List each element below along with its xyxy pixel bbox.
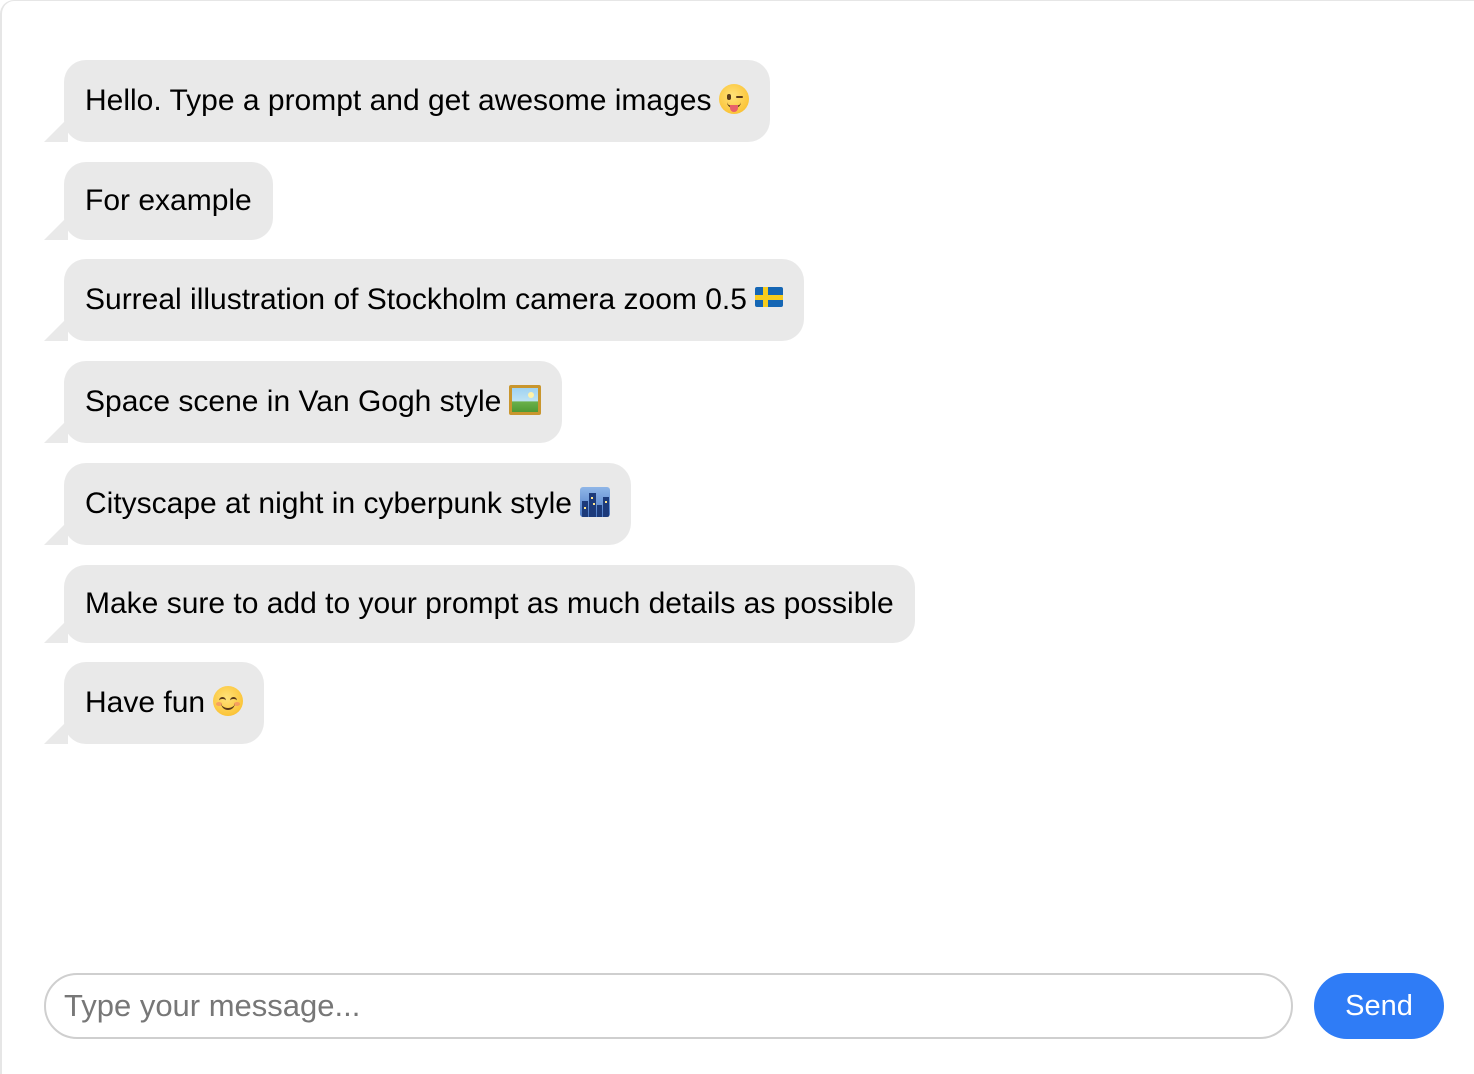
message-text: For example <box>85 184 252 217</box>
message-text: Make sure to add to your prompt as much … <box>85 587 894 620</box>
message-bubble: Hello. Type a prompt and get awesome ima… <box>43 60 771 142</box>
message-text: Surreal illustration of Stockholm camera… <box>85 283 747 316</box>
cityscape-icon <box>579 487 610 518</box>
chat-window: Hello. Type a prompt and get awesome ima… <box>0 0 1474 1074</box>
message-list: Hello. Type a prompt and get awesome ima… <box>2 1 1474 961</box>
winking-face-with-tongue-icon <box>719 84 750 115</box>
smiling-face-icon <box>213 686 244 717</box>
message-bubble: Make sure to add to your prompt as much … <box>44 565 915 643</box>
message-bubble: Have fun <box>43 662 265 744</box>
send-button[interactable]: Send <box>1314 973 1444 1039</box>
message-text: Space scene in Van Gogh style <box>85 385 502 418</box>
message-bubble: Surreal illustration of Stockholm camera… <box>44 259 804 341</box>
message-bubble: Cityscape at night in cyberpunk style <box>44 463 631 545</box>
message-bubble: For example <box>44 162 273 240</box>
message-bubble: Space scene in Van Gogh style <box>43 361 563 443</box>
message-text: Have fun <box>85 686 206 719</box>
framed-picture-icon <box>509 385 542 416</box>
message-text: Cityscape at night in cyberpunk style <box>85 487 572 520</box>
sweden-flag-icon <box>754 287 783 308</box>
message-input[interactable] <box>44 973 1293 1039</box>
message-text: Hello. Type a prompt and get awesome ima… <box>85 84 712 117</box>
